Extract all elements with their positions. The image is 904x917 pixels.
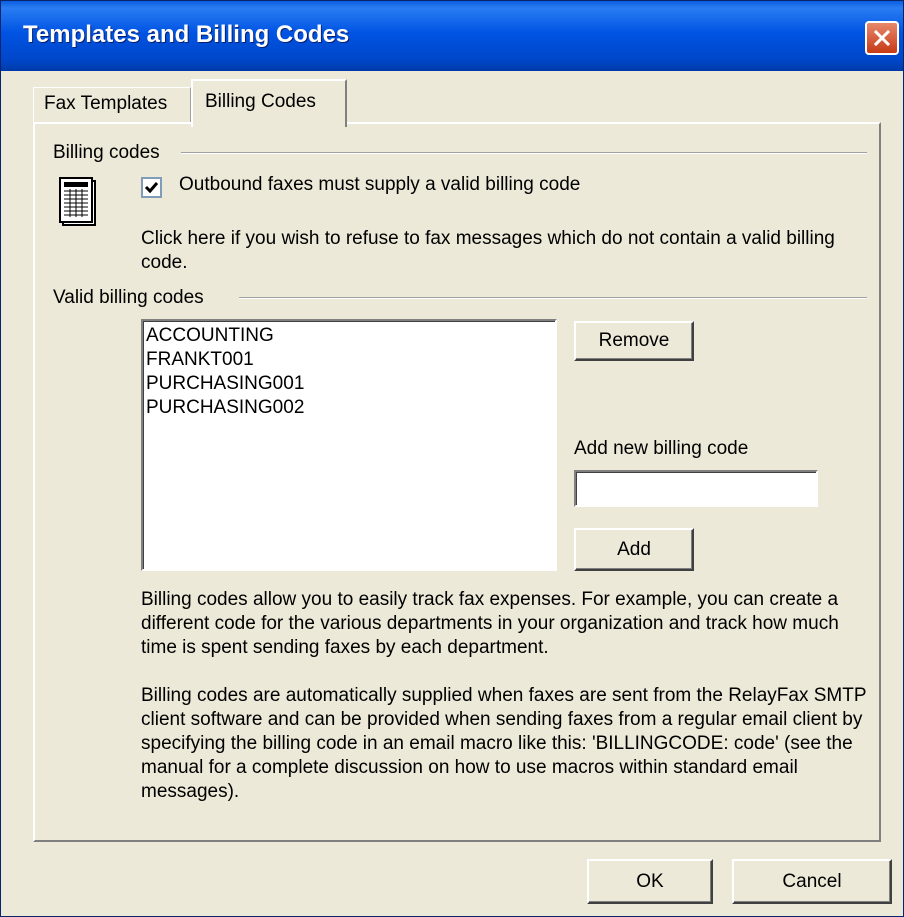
add-billing-code-input[interactable]	[574, 470, 818, 507]
list-item[interactable]: PURCHASING001	[146, 372, 555, 396]
document-icon	[59, 177, 96, 226]
add-billing-code-label: Add new billing code	[574, 438, 749, 459]
billing-info-paragraph-2: Billing codes are automatically supplied…	[141, 685, 867, 802]
tab-fax-templates-label: Fax Templates	[44, 93, 168, 114]
require-billing-code-checkbox[interactable]	[141, 177, 162, 198]
remove-button[interactable]: Remove	[574, 321, 694, 361]
close-button[interactable]	[865, 21, 899, 55]
tab-billing-codes[interactable]: Billing Codes	[191, 79, 347, 127]
billing-codes-group-label: Billing codes	[53, 142, 166, 164]
billing-info-paragraph-1: Billing codes allow you to easily track …	[141, 589, 839, 658]
valid-codes-group-divider	[239, 297, 867, 299]
add-button[interactable]: Add	[574, 528, 694, 571]
ok-button[interactable]: OK	[587, 859, 713, 904]
tab-fax-templates[interactable]: Fax Templates	[33, 87, 191, 123]
list-item[interactable]: ACCOUNTING	[146, 324, 555, 348]
close-icon	[874, 30, 890, 46]
window-title: Templates and Billing Codes	[23, 21, 350, 48]
list-item[interactable]: FRANKT001	[146, 348, 555, 372]
billing-codes-description: Click here if you wish to refuse to fax …	[141, 228, 835, 273]
list-item[interactable]: PURCHASING002	[146, 396, 555, 420]
dialog-window: Templates and Billing Codes Fax Template…	[0, 0, 904, 917]
cancel-button[interactable]: Cancel	[732, 859, 892, 904]
title-bar[interactable]: Templates and Billing Codes	[1, 1, 903, 71]
checkmark-icon	[144, 182, 159, 194]
billing-codes-listbox[interactable]: ACCOUNTING FRANKT001 PURCHASING001 PURCH…	[141, 319, 557, 571]
valid-codes-group-label: Valid billing codes	[53, 287, 210, 309]
billing-codes-group-divider	[181, 152, 867, 154]
tab-billing-codes-label: Billing Codes	[205, 91, 316, 112]
require-billing-code-label[interactable]: Outbound faxes must supply a valid billi…	[179, 174, 580, 196]
